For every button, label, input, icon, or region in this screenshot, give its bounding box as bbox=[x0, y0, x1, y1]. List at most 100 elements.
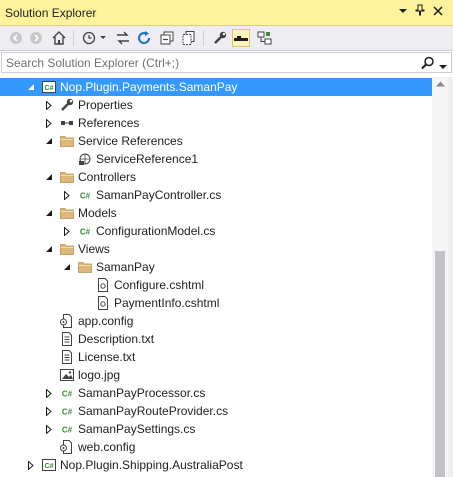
preview-icon[interactable] bbox=[232, 29, 250, 47]
tree-item-label: References bbox=[78, 116, 140, 130]
expand-arrow-icon[interactable] bbox=[42, 96, 56, 114]
tree-item[interactable]: logo.jpg bbox=[0, 366, 432, 384]
tree-item[interactable]: License.txt bbox=[0, 348, 432, 366]
search-box[interactable] bbox=[1, 52, 452, 73]
collapse-arrow-icon[interactable] bbox=[42, 204, 56, 222]
text-file-icon bbox=[59, 349, 75, 365]
title-bar: Solution Explorer bbox=[0, 0, 453, 26]
tree-item[interactable]: Service References bbox=[0, 132, 432, 150]
wrench-icon bbox=[59, 97, 75, 113]
show-all-files-icon[interactable] bbox=[180, 29, 198, 47]
collapse-arrow-icon[interactable] bbox=[60, 258, 74, 276]
tree-item-label: SamanPay bbox=[96, 260, 155, 274]
tree-item[interactable]: Configure.cshtml bbox=[0, 276, 432, 294]
search-options-dropdown-icon[interactable] bbox=[439, 59, 447, 73]
tree-item[interactable]: C# SamanPayRouteProvider.cs bbox=[0, 402, 432, 420]
collapse-all-icon[interactable] bbox=[158, 29, 176, 47]
csharp-file-icon: C# bbox=[77, 187, 93, 203]
tree-item[interactable]: Views bbox=[0, 240, 432, 258]
image-file-icon bbox=[59, 367, 75, 383]
expand-arrow-icon[interactable] bbox=[24, 456, 38, 474]
references-icon bbox=[59, 115, 75, 131]
svg-text:C#: C# bbox=[62, 408, 73, 417]
tree-item[interactable]: C# SamanPaySettings.cs bbox=[0, 420, 432, 438]
tree-item[interactable]: SamanPay bbox=[0, 258, 432, 276]
tree-item[interactable]: C# Nop.Plugin.Payments.SamanPay bbox=[0, 78, 432, 96]
svg-text:C#: C# bbox=[62, 390, 73, 399]
collapse-arrow-icon[interactable] bbox=[42, 168, 56, 186]
tree-item-label: Nop.Plugin.Shipping.AustraliaPost bbox=[60, 458, 243, 472]
razor-file-icon bbox=[95, 295, 111, 311]
tree-item[interactable]: References bbox=[0, 114, 432, 132]
tree-item-label: Nop.Plugin.Payments.SamanPay bbox=[60, 80, 238, 94]
tree-item[interactable]: Models bbox=[0, 204, 432, 222]
expand-arrow-icon[interactable] bbox=[42, 384, 56, 402]
expand-arrow-icon[interactable] bbox=[42, 402, 56, 420]
expand-arrow-icon[interactable] bbox=[60, 186, 74, 204]
config-file-icon bbox=[59, 439, 75, 455]
csharp-file-icon: C# bbox=[77, 223, 93, 239]
tree-item-label: web.config bbox=[78, 440, 136, 454]
tree-item-label: Properties bbox=[78, 98, 133, 112]
toolbar-separator bbox=[73, 30, 74, 46]
tree-item-label: ConfigurationModel.cs bbox=[96, 224, 216, 238]
properties-icon[interactable] bbox=[211, 29, 229, 47]
tree-item[interactable]: C# Nop.Plugin.Shipping.AustraliaPost bbox=[0, 456, 432, 474]
tree-item-label: Models bbox=[78, 206, 117, 220]
svg-text:C#: C# bbox=[80, 192, 91, 201]
window-edge bbox=[448, 77, 453, 477]
solution-explorer-window: Solution Explorer Search Solution Explor… bbox=[0, 0, 453, 477]
close-icon[interactable] bbox=[429, 3, 447, 21]
search-icon[interactable] bbox=[420, 55, 436, 71]
tree-item[interactable]: ServiceReference1 bbox=[0, 150, 432, 168]
tree-item[interactable]: C# ConfigurationModel.cs bbox=[0, 222, 432, 240]
svg-text:C#: C# bbox=[45, 463, 54, 470]
folder-icon bbox=[59, 241, 75, 257]
view-class-diagram-icon[interactable] bbox=[255, 29, 273, 47]
collapse-arrow-icon[interactable] bbox=[24, 78, 38, 96]
tree-item-label: SamanPayProcessor.cs bbox=[78, 386, 206, 400]
tree-item-label: logo.jpg bbox=[78, 368, 121, 382]
expand-arrow-icon[interactable] bbox=[42, 420, 56, 438]
folder-icon bbox=[59, 169, 75, 185]
tree-item[interactable]: Controllers bbox=[0, 168, 432, 186]
refresh-icon[interactable] bbox=[135, 29, 153, 47]
svg-text:C#: C# bbox=[80, 228, 91, 237]
tree-item-label: Views bbox=[78, 242, 110, 256]
tree-item[interactable]: Description.txt bbox=[0, 330, 432, 348]
window-position-dropdown-icon[interactable] bbox=[394, 3, 412, 21]
csharp-project-icon: C# bbox=[41, 79, 57, 95]
vertical-scrollbar[interactable] bbox=[432, 77, 448, 477]
tree-item[interactable]: Properties bbox=[0, 96, 432, 114]
expand-arrow-icon[interactable] bbox=[60, 222, 74, 240]
sync-icon[interactable] bbox=[114, 29, 132, 47]
tree-item-label: PaymentInfo.cshtml bbox=[114, 296, 220, 310]
forward-icon[interactable] bbox=[27, 29, 45, 47]
tree-item-label: SamanPayController.cs bbox=[96, 188, 222, 202]
svg-text:C#: C# bbox=[45, 85, 54, 92]
solution-tree: C# Nop.Plugin.Payments.SamanPay Properties… bbox=[0, 77, 432, 477]
search-input[interactable] bbox=[2, 53, 402, 72]
tree-item[interactable]: app.config bbox=[0, 312, 432, 330]
tree-item-label: Controllers bbox=[78, 170, 137, 184]
service-reference-icon bbox=[77, 151, 93, 167]
tree-item[interactable]: C# SamanPayProcessor.cs bbox=[0, 384, 432, 402]
pending-changes-icon[interactable] bbox=[80, 29, 108, 47]
toolbar-separator bbox=[203, 30, 204, 46]
collapse-arrow-icon[interactable] bbox=[42, 240, 56, 258]
collapse-arrow-icon[interactable] bbox=[42, 132, 56, 150]
expand-arrow-icon[interactable] bbox=[42, 114, 56, 132]
tree-item[interactable]: web.config bbox=[0, 438, 432, 456]
scroll-up-icon[interactable] bbox=[432, 77, 448, 91]
pin-icon[interactable] bbox=[411, 3, 429, 21]
home-icon[interactable] bbox=[50, 29, 68, 47]
svg-text:C#: C# bbox=[62, 426, 73, 435]
tree-item-label: app.config bbox=[78, 314, 134, 328]
tree-item[interactable]: PaymentInfo.cshtml bbox=[0, 294, 432, 312]
scrollbar-thumb[interactable] bbox=[435, 251, 445, 477]
tree-item[interactable]: C# SamanPayController.cs bbox=[0, 186, 432, 204]
folder-icon bbox=[59, 205, 75, 221]
back-icon[interactable] bbox=[7, 29, 25, 47]
tree-item-label: License.txt bbox=[78, 350, 136, 364]
tree-item-label: SamanPaySettings.cs bbox=[78, 422, 196, 436]
